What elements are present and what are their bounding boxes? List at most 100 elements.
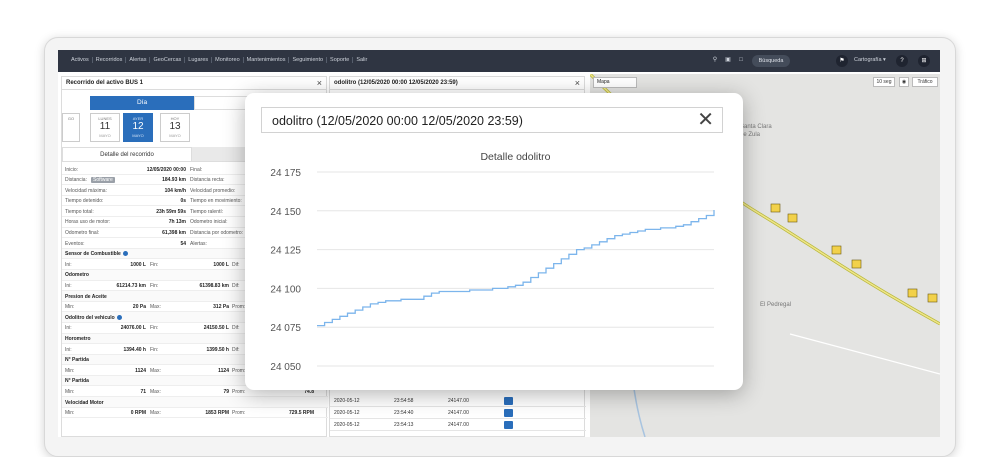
search-button[interactable]: Búsqueda [752,55,790,67]
section-title: N° Partida [65,357,89,364]
lock-icon[interactable]: ▣ [724,56,732,65]
value-label: Min: [65,367,75,374]
summary-label: Tiempo total: [65,208,94,215]
location-pin-icon[interactable]: ◉ [899,77,909,87]
tab-route-detail[interactable]: Detalle del recorrido [62,147,192,161]
summary-value: 12/05/2020 00:00 [146,166,186,173]
top-navigation-bar: Activos Recorridos Alertas GeoCercas Lugares… [58,50,940,72]
cartography-dropdown[interactable]: Cartografía ▾ [854,57,886,63]
value: 0 RPM [130,410,146,417]
panel-title-text: odolitro (12/05/2020 00:00 12/05/2020 23… [334,80,458,86]
cell-time: 23:54:58 [394,398,414,404]
summary-value: 61,398 km [162,230,186,237]
bus-marker-icon[interactable] [770,203,781,213]
value: 61214.73 km [116,283,146,290]
value: 79 [223,388,229,395]
help-icon[interactable]: ? [896,55,908,67]
value-label: Ini: [65,261,72,268]
summary-label: Velocidad máxima: [65,187,107,194]
map-type-select[interactable]: Mapa [593,77,637,88]
chart-modal: odolitro (12/05/2020 00:00 12/05/2020 23… [245,93,743,390]
day-month: MAYO [132,133,144,138]
chart-svg: Detalle odolitro 24 175 24 150 24 125 24 100… [270,151,715,373]
apps-grid-icon[interactable]: ⊞ [918,55,930,67]
day-picker-monday[interactable]: LUNES 11 MAYO [90,113,120,142]
search-icon[interactable]: ⚲ [711,56,719,65]
y-tick-label: 24 100 [270,284,301,295]
value: 312 Pa [213,304,229,311]
value-label: Ini: [65,283,72,290]
section-title: Sensor de Combustible [65,251,128,257]
summary-label: Horas uso de motor: [65,219,111,226]
section-values-row: Min: 0 RPM Max: 1853 RPM Prom: 729.5 RPM [62,408,328,419]
map-place-label: El Pedregal [760,302,792,308]
summary-label: Inicio: [65,166,79,173]
cell-date: 2020-05-12 [334,398,360,404]
panel-title: Recorrido del activo BUS 1 × [62,77,326,90]
summary-label-2: Distancia recta: [190,177,225,184]
summary-value: 184.93 km [162,177,186,184]
menu-item-alertas[interactable]: Alertas [126,57,151,63]
cell-value: 24147.00 [448,410,469,416]
y-tick-label: 24 125 [270,246,301,257]
summary-label: Eventos: [65,240,85,247]
menu-item-seguimiento[interactable]: Seguimiento [289,57,328,63]
tab-day[interactable]: Día [90,96,194,110]
location-pin-icon[interactable] [504,409,513,417]
value-label: Ini: [65,325,72,332]
menu-item-lugares[interactable]: Lugares [185,57,213,63]
menu-item-geocercas[interactable]: GeoCercas [150,57,186,63]
location-pin-icon[interactable] [504,397,513,405]
menu-item-recorridos[interactable]: Recorridos [93,57,127,63]
bus-marker-icon[interactable] [927,293,938,303]
y-tick-label: 24 050 [270,362,301,373]
location-pin-icon[interactable] [504,421,513,429]
menu-item-soporte[interactable]: Soporte [327,57,354,63]
value-label: Prom: [232,410,246,417]
value: 1124 [218,367,229,374]
value-label: Prom: [232,367,246,374]
refresh-interval-button[interactable]: 10 seg [873,77,895,87]
table-row: 2020-05-12 23:54:40 24147.00 [330,407,586,419]
value-label: Dif: [232,325,240,332]
bus-marker-icon[interactable] [907,288,918,298]
day-picker-partial[interactable]: GO [62,113,80,142]
day-month: MAYO [99,133,111,138]
window-icon[interactable]: □ [737,56,745,65]
value: 729.5 RPM [288,410,314,417]
value: 71 [140,388,146,395]
menu-item-salir[interactable]: Salir [353,57,370,63]
summary-value: 7h 13m [168,219,186,226]
day-picker-today[interactable]: HOY 13 MAYO [160,113,190,142]
table-row: 2020-05-12 23:54:58 24147.00 [330,395,586,407]
series-line [317,210,715,327]
map-place-label: Santa Clara [740,124,772,130]
close-icon[interactable]: ✕ [697,109,714,131]
value-label: Fin: [150,283,159,290]
menu-item-activos[interactable]: Activos [68,57,93,63]
section-title: Velocidad Motor [65,399,104,406]
bus-marker-icon[interactable] [831,245,842,255]
panel-title: odolitro (12/05/2020 00:00 12/05/2020 23… [330,77,584,90]
cell-time: 23:54:40 [394,410,414,416]
value: 1000 L [213,261,229,268]
value-label: Dif: [232,283,240,290]
bus-marker-icon[interactable] [851,259,862,269]
traffic-button[interactable]: Tráfico [912,77,938,87]
close-icon[interactable]: × [575,78,580,88]
value: 1000 L [130,261,146,268]
panel-title-text: Recorrido del activo BUS 1 [66,80,144,86]
info-icon[interactable] [116,314,122,320]
close-icon[interactable]: × [317,78,322,88]
summary-value: 23h 59m 59s [156,208,186,215]
summary-label-2: Alertas: [190,240,207,247]
info-icon[interactable] [122,251,128,257]
bus-marker-icon[interactable] [787,213,798,223]
menu-item-mantenimientos[interactable]: Mantenimientos [244,57,290,63]
flag-icon[interactable]: ⚑ [836,55,848,67]
day-picker-yesterday[interactable]: AYER 12 MAYO [123,113,153,142]
y-tick-label: 24 150 [270,207,301,218]
value-label: Min: [65,304,75,311]
cell-date: 2020-05-12 [334,422,360,428]
menu-item-monitoreo[interactable]: Monitoreo [212,57,244,63]
